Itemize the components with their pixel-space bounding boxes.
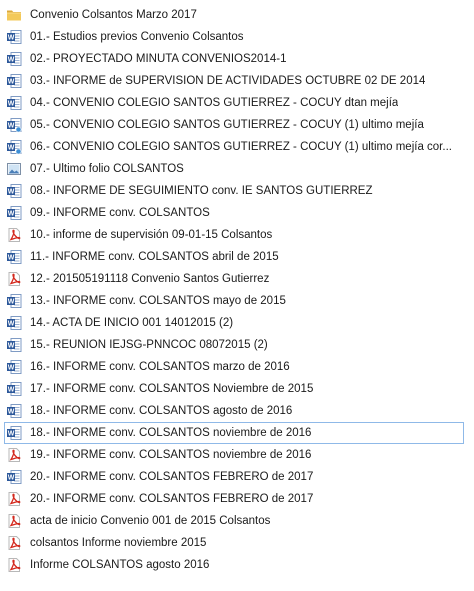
svg-text:W: W xyxy=(8,255,15,262)
word-doc-icon: W xyxy=(6,403,22,419)
svg-text:W: W xyxy=(8,431,15,438)
word-doc-icon: W xyxy=(6,249,22,265)
file-name: 04.- CONVENIO COLEGIO SANTOS GUTIERREZ -… xyxy=(30,97,399,109)
file-name: 20.- INFORME conv. COLSANTOS FEBRERO de … xyxy=(30,493,314,505)
file-row[interactable]: W 17.- INFORME conv. COLSANTOS Noviembre… xyxy=(0,378,474,400)
file-row[interactable]: W 03.- INFORME de SUPERVISION DE ACTIVID… xyxy=(0,70,474,92)
word-doc-icon: W xyxy=(6,381,22,397)
pdf-icon xyxy=(6,513,22,529)
file-row[interactable]: W 15.- REUNION IEJSG-PNNCOC 08072015 (2) xyxy=(0,334,474,356)
svg-text:W: W xyxy=(8,343,15,350)
word-doc-icon: W xyxy=(6,315,22,331)
file-name: 08.- INFORME DE SEGUIMIENTO conv. IE SAN… xyxy=(30,185,373,197)
file-name: 03.- INFORME de SUPERVISION DE ACTIVIDAD… xyxy=(30,75,426,87)
word-doc-icon: W xyxy=(6,95,22,111)
file-name: 15.- REUNION IEJSG-PNNCOC 08072015 (2) xyxy=(30,339,268,351)
svg-text:W: W xyxy=(8,123,15,130)
file-name: 18.- INFORME conv. COLSANTOS noviembre d… xyxy=(30,427,312,439)
pdf-icon xyxy=(6,227,22,243)
word-doc-icon: W xyxy=(6,337,22,353)
pdf-icon xyxy=(6,535,22,551)
file-row[interactable]: W 14.- ACTA DE INICIO 001 14012015 (2) xyxy=(0,312,474,334)
word-doc-icon: W xyxy=(6,183,22,199)
file-name: 09.- INFORME conv. COLSANTOS xyxy=(30,207,210,219)
svg-text:W: W xyxy=(8,299,15,306)
word-doc-icon: W xyxy=(6,469,22,485)
file-row[interactable]: W 09.- INFORME conv. COLSANTOS xyxy=(0,202,474,224)
file-name: 17.- INFORME conv. COLSANTOS Noviembre d… xyxy=(30,383,314,395)
svg-text:W: W xyxy=(8,101,15,108)
file-name: 18.- INFORME conv. COLSANTOS agosto de 2… xyxy=(30,405,293,417)
svg-text:W: W xyxy=(8,145,15,152)
file-row[interactable]: 07.- Ultimo folio COLSANTOS xyxy=(0,158,474,180)
file-name: 01.- Estudios previos Convenio Colsantos xyxy=(30,31,244,43)
file-row[interactable]: acta de inicio Convenio 001 de 2015 Cols… xyxy=(0,510,474,532)
file-name: colsantos Informe noviembre 2015 xyxy=(30,537,207,549)
word-doc-icon: W xyxy=(6,205,22,221)
file-row[interactable]: W 04.- CONVENIO COLEGIO SANTOS GUTIERREZ… xyxy=(0,92,474,114)
svg-text:W: W xyxy=(8,409,15,416)
file-row[interactable]: 12.- 201505191118 Convenio Santos Gutier… xyxy=(0,268,474,290)
file-row[interactable]: W 13.- INFORME conv. COLSANTOS mayo de 2… xyxy=(0,290,474,312)
file-row[interactable]: W 06.- CONVENIO COLEGIO SANTOS GUTIERREZ… xyxy=(0,136,474,158)
word-doc-icon-alt: W xyxy=(6,139,22,155)
file-name: 16.- INFORME conv. COLSANTOS marzo de 20… xyxy=(30,361,290,373)
file-row[interactable]: 10.- informe de supervisión 09-01-15 Col… xyxy=(0,224,474,246)
svg-text:W: W xyxy=(8,387,15,394)
file-name: 06.- CONVENIO COLEGIO SANTOS GUTIERREZ -… xyxy=(30,141,452,153)
file-name: 02.- PROYECTADO MINUTA CONVENIOS2014-1 xyxy=(30,53,287,65)
file-row[interactable]: W 02.- PROYECTADO MINUTA CONVENIOS2014-1 xyxy=(0,48,474,70)
pdf-icon xyxy=(6,557,22,573)
pdf-icon xyxy=(6,491,22,507)
word-doc-icon-alt: W xyxy=(6,117,22,133)
file-name: 14.- ACTA DE INICIO 001 14012015 (2) xyxy=(30,317,234,329)
file-name: 20.- INFORME conv. COLSANTOS FEBRERO de … xyxy=(30,471,314,483)
svg-text:W: W xyxy=(8,35,15,42)
file-row[interactable]: Informe COLSANTOS agosto 2016 xyxy=(0,554,474,576)
file-name: Convenio Colsantos Marzo 2017 xyxy=(30,9,197,21)
svg-text:W: W xyxy=(8,211,15,218)
word-doc-icon: W xyxy=(6,51,22,67)
folder-icon xyxy=(6,7,22,23)
svg-text:W: W xyxy=(8,189,15,196)
pdf-icon xyxy=(6,271,22,287)
file-name: Informe COLSANTOS agosto 2016 xyxy=(30,559,210,571)
file-name: 07.- Ultimo folio COLSANTOS xyxy=(30,163,184,175)
svg-text:W: W xyxy=(8,321,15,328)
word-doc-icon: W xyxy=(6,29,22,45)
word-doc-icon: W xyxy=(6,359,22,375)
svg-text:W: W xyxy=(8,79,15,86)
file-name: 11.- INFORME conv. COLSANTOS abril de 20… xyxy=(30,251,279,263)
file-name: 12.- 201505191118 Convenio Santos Gutier… xyxy=(30,273,270,285)
word-doc-icon: W xyxy=(6,425,22,441)
file-row[interactable]: W 11.- INFORME conv. COLSANTOS abril de … xyxy=(0,246,474,268)
file-name: acta de inicio Convenio 001 de 2015 Cols… xyxy=(30,515,271,527)
file-row[interactable]: W 18.- INFORME conv. COLSANTOS agosto de… xyxy=(0,400,474,422)
file-row[interactable]: colsantos Informe noviembre 2015 xyxy=(0,532,474,554)
file-name: 05.- CONVENIO COLEGIO SANTOS GUTIERREZ -… xyxy=(30,119,424,131)
file-row-selected[interactable]: W 18.- INFORME conv. COLSANTOS noviembre… xyxy=(4,422,464,444)
file-row[interactable]: Convenio Colsantos Marzo 2017 xyxy=(0,4,474,26)
word-doc-icon: W xyxy=(6,293,22,309)
svg-text:W: W xyxy=(8,475,15,482)
svg-text:W: W xyxy=(8,57,15,64)
file-row[interactable]: W 16.- INFORME conv. COLSANTOS marzo de … xyxy=(0,356,474,378)
file-row[interactable]: W 20.- INFORME conv. COLSANTOS FEBRERO d… xyxy=(0,466,474,488)
image-file-icon xyxy=(6,161,22,177)
svg-text:W: W xyxy=(8,365,15,372)
file-name: 19.- INFORME conv. COLSANTOS noviembre d… xyxy=(30,449,312,461)
file-row[interactable]: 20.- INFORME conv. COLSANTOS FEBRERO de … xyxy=(0,488,474,510)
file-list: Convenio Colsantos Marzo 2017 W 01.- Est… xyxy=(0,0,474,576)
file-row[interactable]: W 05.- CONVENIO COLEGIO SANTOS GUTIERREZ… xyxy=(0,114,474,136)
pdf-icon xyxy=(6,447,22,463)
file-name: 10.- informe de supervisión 09-01-15 Col… xyxy=(30,229,273,241)
file-name: 13.- INFORME conv. COLSANTOS mayo de 201… xyxy=(30,295,286,307)
file-row[interactable]: 19.- INFORME conv. COLSANTOS noviembre d… xyxy=(0,444,474,466)
file-row[interactable]: W 08.- INFORME DE SEGUIMIENTO conv. IE S… xyxy=(0,180,474,202)
file-row[interactable]: W 01.- Estudios previos Convenio Colsant… xyxy=(0,26,474,48)
word-doc-icon: W xyxy=(6,73,22,89)
